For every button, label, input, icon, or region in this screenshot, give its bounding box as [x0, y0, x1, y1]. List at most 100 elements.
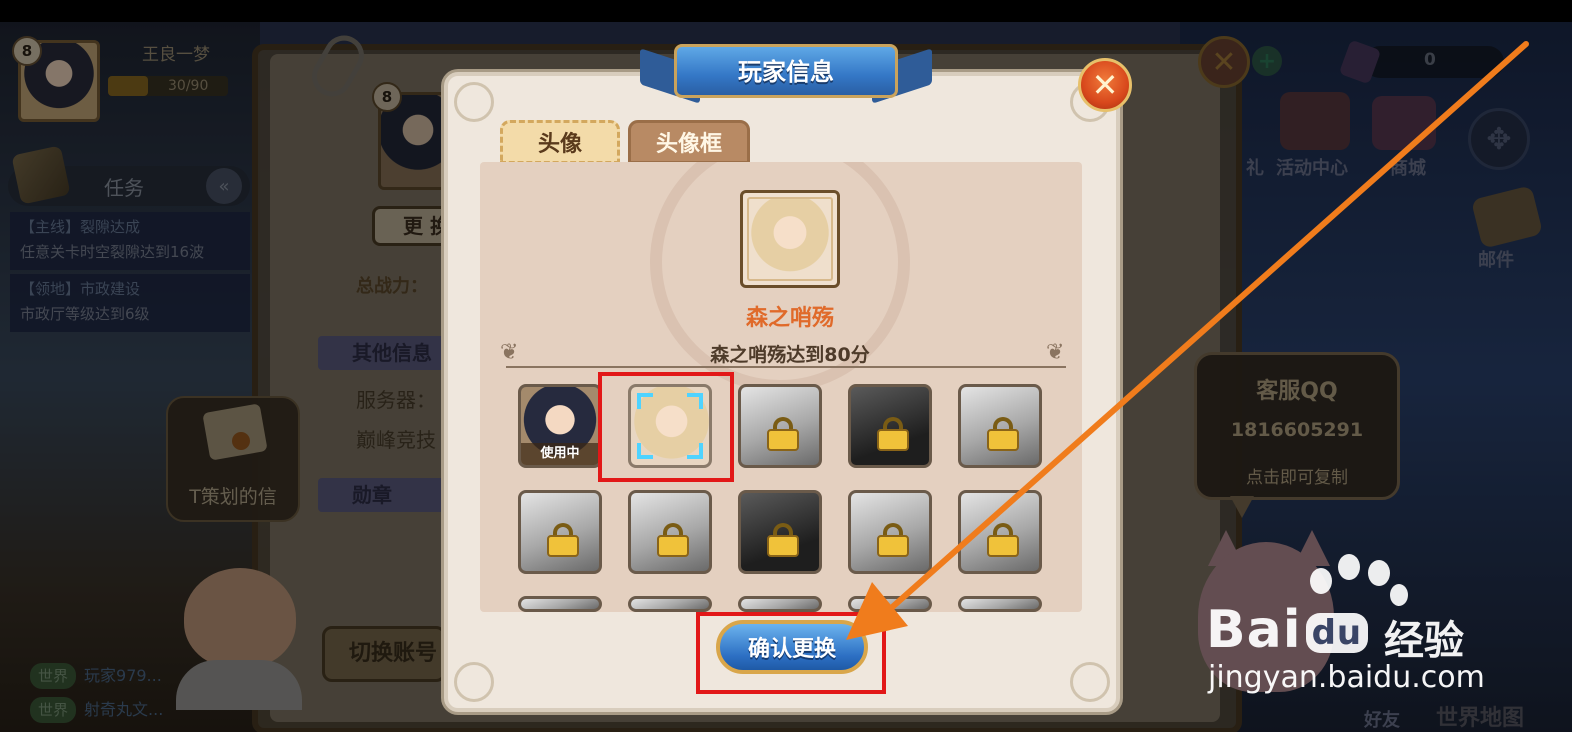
avatar-cell-locked[interactable]: [958, 490, 1042, 574]
world-map-label[interactable]: 世界地图: [1436, 700, 1524, 732]
task-panel-title: 任务: [104, 176, 144, 200]
watermark-sub: 经验: [1384, 618, 1464, 664]
avatar-cell-locked[interactable]: [628, 596, 712, 612]
lock-icon: [767, 417, 799, 451]
mascot-head: [184, 568, 296, 668]
plus-icon[interactable]: +: [1252, 46, 1282, 76]
tab-avatar[interactable]: 头像: [500, 120, 620, 164]
avatar-cell-locked[interactable]: [738, 384, 822, 468]
shop-label[interactable]: 商城: [1390, 154, 1426, 180]
cs-title: 客服QQ: [1256, 379, 1338, 404]
avatar-cell-locked[interactable]: [848, 490, 932, 574]
avatar-cell-locked[interactable]: [958, 596, 1042, 612]
lock-icon: [877, 417, 909, 451]
corner-ornament: [454, 662, 494, 702]
exp-text: 30/90: [168, 78, 209, 94]
lock-body: [987, 429, 1019, 451]
quest-item[interactable]: 【领地】市政建设 市政厅等级达到6级: [10, 274, 250, 332]
cs-hint: 点击即可复制: [1246, 468, 1348, 488]
avatar-cell-locked[interactable]: [738, 490, 822, 574]
watermark-url: jingyan.baidu.com: [1208, 660, 1485, 695]
watermark-brand-text: Bai: [1206, 600, 1302, 660]
lock-body: [767, 429, 799, 451]
player-name: 王良一梦: [142, 45, 210, 65]
avatar-cell-locked[interactable]: [518, 596, 602, 612]
quest-item[interactable]: 【主线】裂隙达成 任意关卡时空裂隙达到16波: [10, 212, 250, 270]
mascot-character: [176, 568, 302, 710]
in-use-badge: 使用中: [521, 443, 599, 465]
avatar-cell-locked[interactable]: [628, 490, 712, 574]
selected-avatar-preview: [740, 190, 840, 288]
player-level-badge: 8: [12, 36, 42, 66]
player-info-chip[interactable]: 8 王良一梦 30/90: [12, 36, 232, 122]
chat-line[interactable]: 世界 射奇丸文...: [30, 696, 163, 724]
chat-line[interactable]: 世界 玩家979...: [30, 662, 162, 690]
lock-body: [657, 535, 689, 557]
quest-desc: 市政厅等级达到6级: [20, 305, 150, 323]
other-info-section: 其他信息: [318, 336, 448, 370]
lock-icon: [547, 523, 579, 557]
bubble-tail: [1230, 496, 1254, 518]
lock-icon: [987, 417, 1019, 451]
watermark-brand: Bai du: [1206, 600, 1369, 660]
chat-text: 玩家979...: [84, 666, 162, 685]
letter-label: T策划的信: [189, 486, 277, 508]
move-icon[interactable]: ✥: [1468, 108, 1530, 170]
watermark-brand-du: du: [1305, 613, 1369, 653]
avatar-cell-locked[interactable]: [848, 384, 932, 468]
corner-ornament: [1070, 662, 1110, 702]
confirm-highlight-box: [696, 612, 886, 694]
side-label[interactable]: 礼: [1246, 154, 1264, 180]
chat-text: 射奇丸文...: [84, 700, 164, 719]
switch-account-button[interactable]: 切换账号: [322, 626, 446, 682]
chat-channel-tag: 世界: [30, 697, 77, 723]
selected-avatar-name: 森之哨殇: [745, 306, 834, 331]
lock-body: [877, 535, 909, 557]
tab-avatar-frame[interactable]: 头像框: [628, 120, 750, 164]
collapse-icon[interactable]: «: [206, 168, 242, 204]
close-icon[interactable]: ✕: [1078, 58, 1132, 112]
profile-close-icon[interactable]: ✕: [1198, 36, 1250, 88]
cs-number[interactable]: 1816605291: [1197, 419, 1397, 441]
modal-title: 玩家信息: [738, 58, 834, 86]
profile-level-badge: 8: [372, 82, 402, 112]
corner-ornament: [454, 82, 494, 122]
quest-desc: 任意关卡时空裂隙达到16波: [20, 243, 205, 261]
activity-center-icon[interactable]: [1280, 92, 1350, 150]
divider-flourish-left: ❦: [500, 340, 519, 365]
shop-icon[interactable]: [1372, 96, 1436, 150]
quest-tag: 【领地】市政建设: [20, 280, 141, 298]
mascot-body: [176, 660, 302, 710]
activity-center-label[interactable]: 活动中心: [1276, 154, 1348, 180]
exp-bar-fill: [108, 76, 148, 96]
avatar-cell-locked[interactable]: [848, 596, 932, 612]
total-power-label: 总战力：: [356, 276, 428, 297]
selection-highlight-box: [598, 372, 734, 482]
letter-bubble[interactable]: T策划的信: [166, 396, 300, 522]
server-label: 服务器：: [356, 388, 436, 412]
mail-label[interactable]: 邮件: [1478, 246, 1514, 272]
friends-label[interactable]: 好友: [1364, 706, 1400, 732]
chat-channel-tag: 世界: [30, 663, 77, 689]
lock-body: [987, 535, 1019, 557]
ornamental-divider: [506, 362, 1066, 368]
currency-value: 0: [1424, 50, 1436, 70]
letter-icon: [202, 403, 268, 461]
lock-icon: [767, 523, 799, 557]
lock-body: [547, 535, 579, 557]
modal-title-ribbon: 玩家信息: [640, 42, 932, 104]
avatar-cell-locked[interactable]: [738, 596, 822, 612]
avatar-cell-locked[interactable]: [958, 384, 1042, 468]
lock-icon: [877, 523, 909, 557]
wax-seal-icon: [232, 432, 250, 450]
scroll-icon: [11, 145, 71, 205]
lock-icon: [657, 523, 689, 557]
customer-service-bubble[interactable]: 客服QQ 1816605291 点击即可复制: [1194, 352, 1400, 500]
lock-body: [767, 535, 799, 557]
divider-flourish-right: ❦: [1046, 340, 1065, 365]
quest-tag: 【主线】裂隙达成: [20, 218, 141, 236]
avatar-cell-locked[interactable]: [518, 490, 602, 574]
preview-frame: [747, 197, 833, 281]
medal-section: 勋章: [318, 478, 448, 512]
avatar-cell-in-use[interactable]: 使用中: [518, 384, 602, 468]
